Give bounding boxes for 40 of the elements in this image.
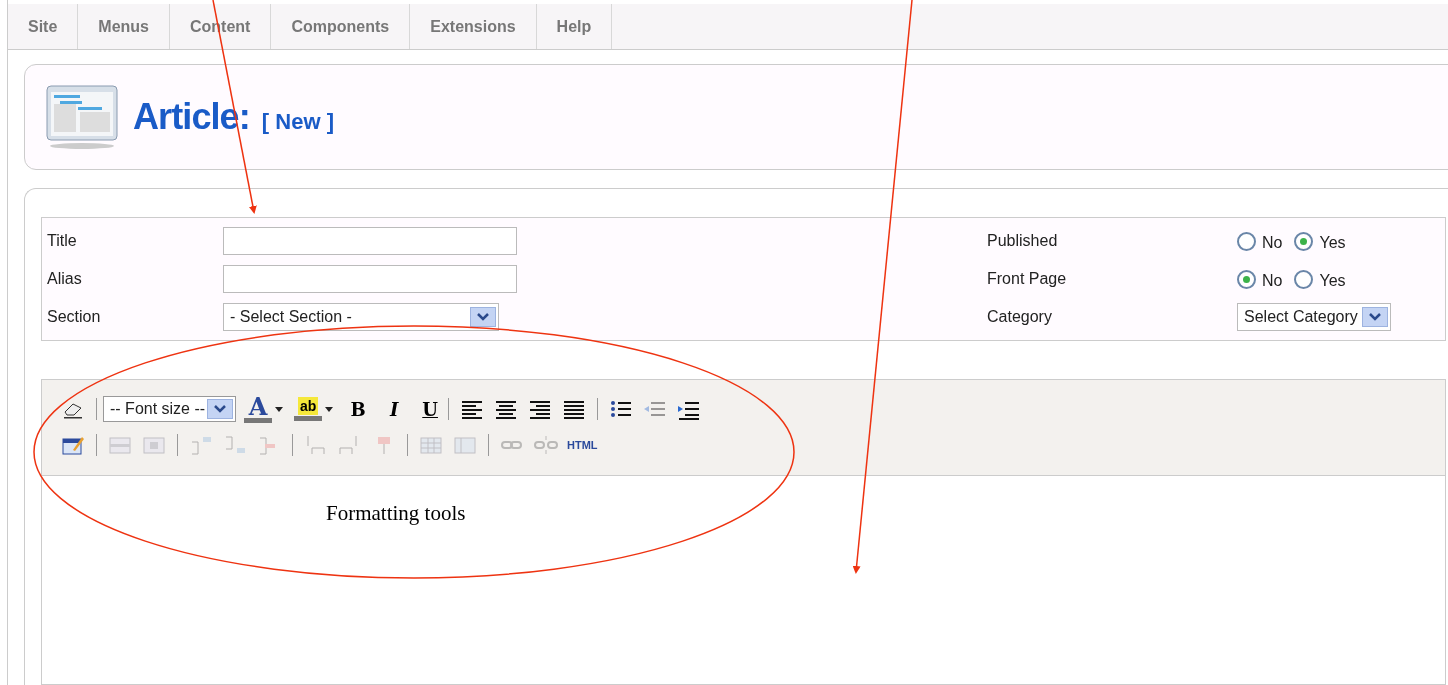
- section-dropdown[interactable]: - Select Section -: [223, 303, 499, 331]
- html-button[interactable]: HTML: [567, 436, 598, 454]
- edit-table-icon[interactable]: [61, 434, 85, 456]
- font-size-dropdown[interactable]: -- Font size --: [103, 396, 237, 422]
- align-center-icon[interactable]: [494, 398, 519, 420]
- caret-icon[interactable]: [275, 406, 284, 412]
- radio-button[interactable]: [1294, 269, 1314, 289]
- align-right-icon[interactable]: [528, 398, 553, 420]
- field-label: Alias: [47, 269, 83, 289]
- article-icon: [45, 84, 119, 150]
- field-label: Front Page: [987, 269, 1068, 289]
- category-dropdown[interactable]: Select Category: [1237, 303, 1391, 331]
- text-field[interactable]: [223, 265, 517, 293]
- radio-label: No: [1262, 271, 1283, 291]
- menu-item[interactable]: Extensions: [410, 4, 537, 49]
- text-field[interactable]: [223, 227, 517, 255]
- annotation-label: Formatting tools: [326, 500, 466, 527]
- caret-icon[interactable]: [325, 406, 334, 412]
- font-color-button[interactable]: A: [244, 395, 273, 423]
- radio-button[interactable]: [1237, 231, 1256, 251]
- radio-label: No: [1262, 233, 1283, 253]
- bold-button[interactable]: B: [346, 395, 371, 423]
- justify-icon[interactable]: [562, 398, 587, 420]
- field-label: Title: [47, 231, 78, 251]
- radio-button[interactable]: [1237, 269, 1256, 289]
- menu-item[interactable]: Menus: [78, 4, 170, 49]
- field-label: Category: [987, 307, 1053, 327]
- bullet-list-icon[interactable]: [609, 398, 634, 420]
- align-left-icon[interactable]: [460, 398, 485, 420]
- radio-label: Yes: [1319, 271, 1346, 291]
- radio-label: Yes: [1319, 233, 1346, 253]
- italic-button[interactable]: I: [382, 395, 407, 423]
- menu-item[interactable]: Help: [536, 4, 613, 49]
- field-label: Section: [47, 307, 102, 327]
- underline-button[interactable]: U: [418, 395, 443, 423]
- page-subtitle: [ New ]: [261, 107, 334, 136]
- menu-item[interactable]: Components: [271, 4, 411, 49]
- field-label: Published: [987, 231, 1059, 251]
- radio-button[interactable]: [1294, 231, 1314, 251]
- menu-item[interactable]: Site: [8, 4, 79, 49]
